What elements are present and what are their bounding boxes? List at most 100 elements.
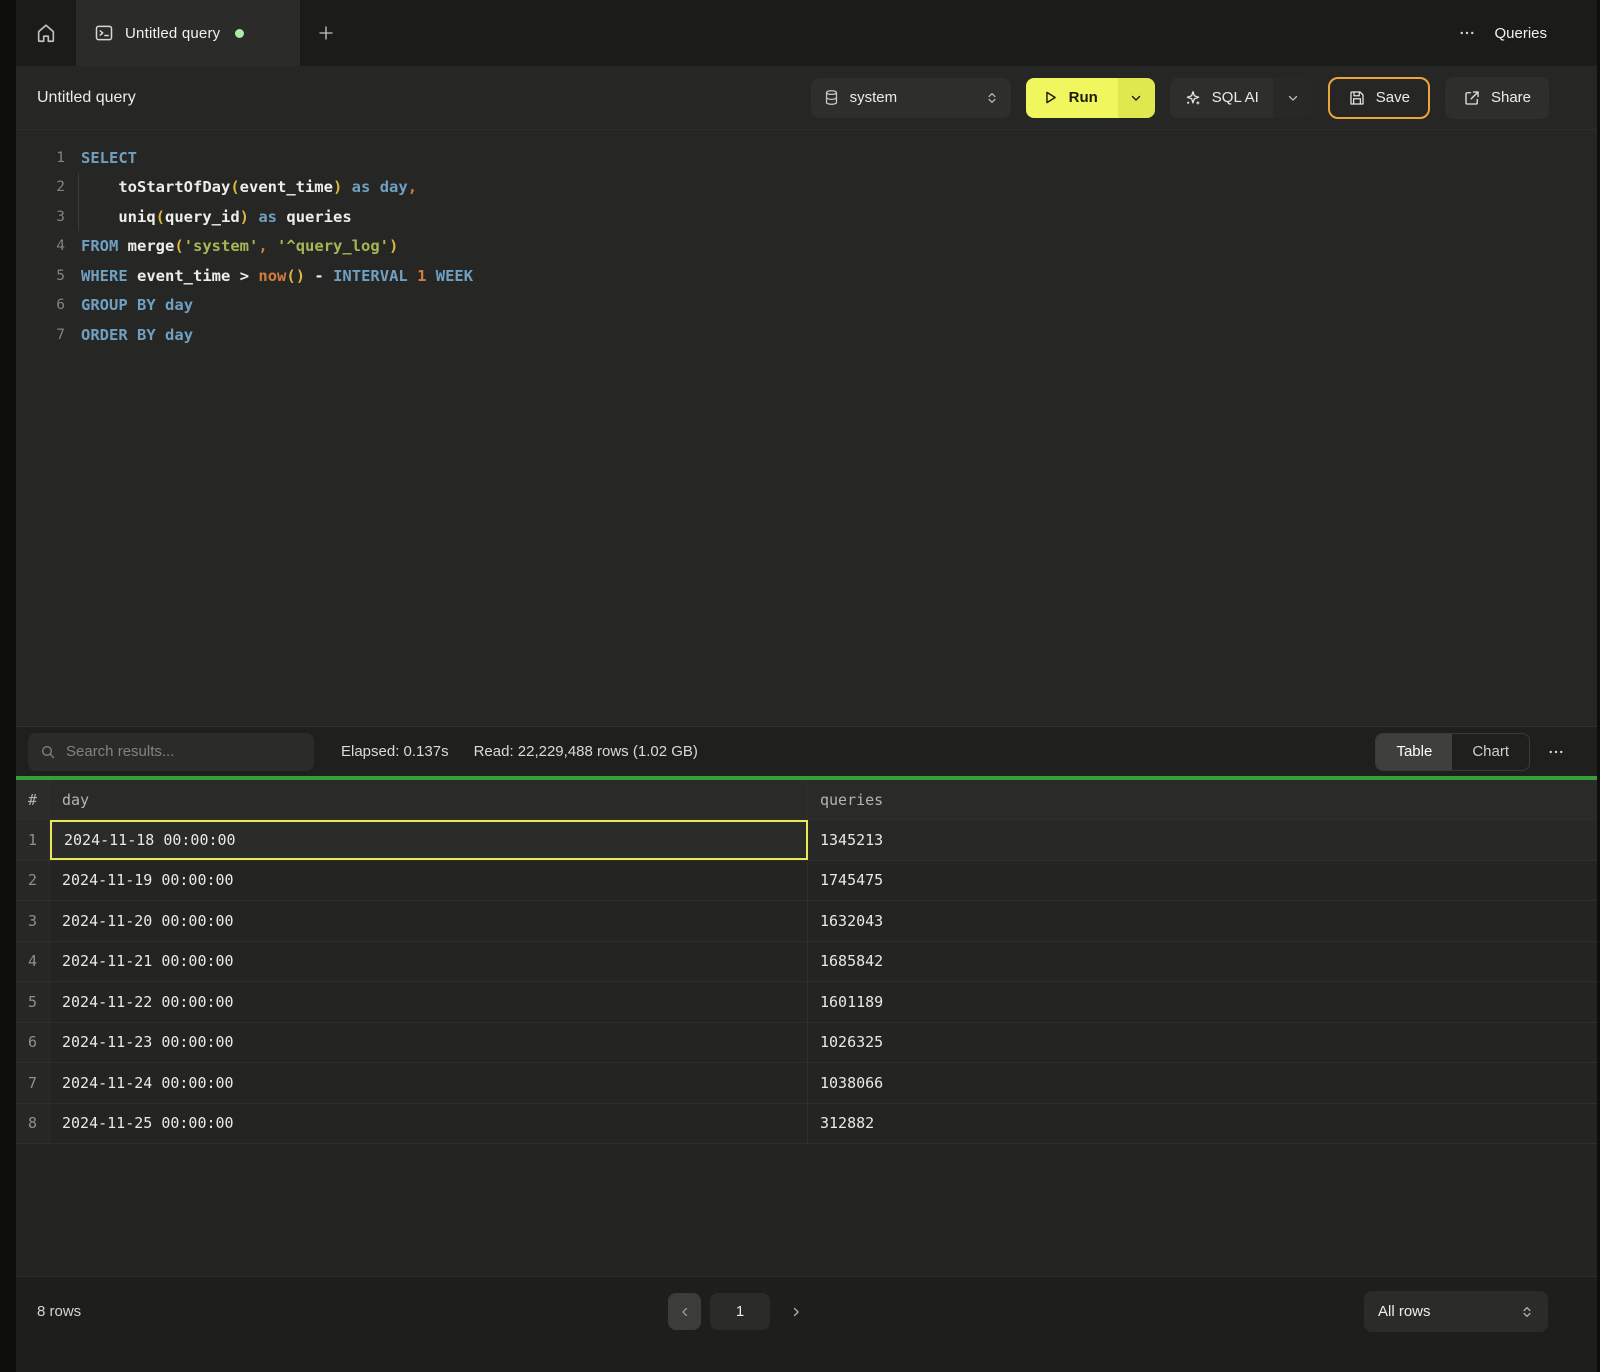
save-label: Save: [1376, 89, 1410, 106]
next-page-button[interactable]: [779, 1293, 812, 1330]
save-icon: [1348, 89, 1366, 107]
queries-cell[interactable]: 1026325: [808, 1023, 1597, 1063]
sql-ai-button[interactable]: SQL AI: [1170, 78, 1273, 118]
play-icon: [1042, 89, 1059, 106]
tab-chart-view[interactable]: Chart: [1452, 734, 1529, 770]
day-cell[interactable]: 2024-11-19 00:00:00: [50, 861, 808, 901]
code-line[interactable]: 1SELECT: [16, 143, 1597, 173]
code-text: uniq(query_id) as queries: [65, 208, 352, 226]
column-header-day[interactable]: day: [50, 780, 808, 819]
row-index-cell[interactable]: 7: [16, 1063, 50, 1103]
results-more-button[interactable]: [1547, 743, 1565, 761]
row-index-cell[interactable]: 1: [16, 820, 50, 860]
run-options-button[interactable]: [1118, 78, 1155, 118]
current-page-button[interactable]: 1: [710, 1293, 770, 1330]
page-size-selector[interactable]: All rows: [1364, 1291, 1548, 1332]
day-cell[interactable]: 2024-11-23 00:00:00: [50, 1023, 808, 1063]
line-number: 3: [16, 209, 65, 225]
save-button[interactable]: Save: [1328, 77, 1430, 119]
run-button[interactable]: Run: [1026, 78, 1118, 118]
sql-ai-options-button[interactable]: [1273, 78, 1313, 118]
table-row: 22024-11-19 00:00:001745475: [16, 861, 1597, 902]
chevron-down-icon: [1129, 91, 1143, 105]
day-cell[interactable]: 2024-11-21 00:00:00: [50, 942, 808, 982]
plus-icon: [317, 24, 335, 42]
row-index-cell[interactable]: 3: [16, 901, 50, 941]
code-text: FROM merge('system', '^query_log'): [65, 237, 398, 255]
row-index-cell[interactable]: 2: [16, 861, 50, 901]
code-line[interactable]: 2 toStartOfDay(event_time) as day,: [16, 173, 1597, 203]
queries-cell[interactable]: 1745475: [808, 861, 1597, 901]
code-text: toStartOfDay(event_time) as day,: [65, 178, 417, 196]
database-icon: [823, 89, 840, 106]
line-number: 2: [16, 179, 65, 195]
day-cell[interactable]: 2024-11-18 00:00:00: [50, 820, 808, 860]
sparkles-icon: [1184, 89, 1202, 107]
results-toolbar: Elapsed: 0.137s Read: 22,229,488 rows (1…: [16, 726, 1597, 776]
code-line[interactable]: 3 uniq(query_id) as queries: [16, 202, 1597, 232]
elapsed-stat: Elapsed: 0.137s: [341, 743, 449, 760]
line-number: 6: [16, 297, 65, 313]
code-line[interactable]: 5WHERE event_time > now() - INTERVAL 1 W…: [16, 261, 1597, 291]
search-results-box[interactable]: [28, 733, 314, 771]
table-row: 62024-11-23 00:00:001026325: [16, 1023, 1597, 1064]
results-footer: 8 rows 1 All rows: [16, 1276, 1597, 1372]
table-row: 52024-11-22 00:00:001601189: [16, 982, 1597, 1023]
search-icon: [40, 744, 56, 760]
unsaved-changes-dot: [235, 29, 244, 38]
row-index-cell[interactable]: 6: [16, 1023, 50, 1063]
query-header: Untitled query system Run: [16, 66, 1597, 130]
row-index-cell[interactable]: 8: [16, 1104, 50, 1144]
read-stat: Read: 22,229,488 rows (1.02 GB): [474, 743, 698, 760]
day-cell[interactable]: 2024-11-24 00:00:00: [50, 1063, 808, 1103]
home-button[interactable]: [16, 0, 76, 66]
tab-table-view[interactable]: Table: [1376, 734, 1452, 770]
prev-page-button[interactable]: [668, 1293, 701, 1330]
topbar-more-button[interactable]: [1458, 24, 1476, 42]
database-selected-value: system: [850, 89, 975, 106]
queries-cell[interactable]: 312882: [808, 1104, 1597, 1144]
search-results-input[interactable]: [66, 743, 302, 760]
top-bar: Untitled query Queries: [16, 0, 1597, 66]
database-selector[interactable]: system: [811, 78, 1011, 118]
share-icon: [1463, 89, 1481, 107]
code-line[interactable]: 6GROUP BY day: [16, 291, 1597, 321]
queries-cell[interactable]: 1601189: [808, 982, 1597, 1022]
chevron-right-icon: [789, 1305, 803, 1319]
tab-label: Untitled query: [125, 25, 220, 42]
column-header-queries[interactable]: queries: [808, 780, 1597, 819]
code-line[interactable]: 4FROM merge('system', '^query_log'): [16, 232, 1597, 262]
view-switcher: Table Chart: [1375, 733, 1530, 771]
tab-untitled-query[interactable]: Untitled query: [76, 0, 300, 66]
chevron-left-icon: [678, 1305, 692, 1319]
row-index-cell[interactable]: 4: [16, 942, 50, 982]
day-cell[interactable]: 2024-11-22 00:00:00: [50, 982, 808, 1022]
code-text: ORDER BY day: [65, 326, 193, 344]
day-cell[interactable]: 2024-11-25 00:00:00: [50, 1104, 808, 1144]
indent-guide: [78, 173, 79, 231]
new-tab-button[interactable]: [300, 0, 352, 66]
row-count: 8 rows: [37, 1303, 81, 1320]
line-number: 7: [16, 327, 65, 343]
sql-ai-button-group: SQL AI: [1170, 78, 1313, 118]
queries-cell[interactable]: 1632043: [808, 901, 1597, 941]
queries-cell[interactable]: 1685842: [808, 942, 1597, 982]
queries-menu-button[interactable]: Queries: [1494, 25, 1547, 42]
terminal-icon: [94, 23, 114, 43]
queries-cell[interactable]: 1345213: [808, 820, 1597, 860]
code-line[interactable]: 7ORDER BY day: [16, 320, 1597, 350]
share-button[interactable]: Share: [1445, 77, 1549, 119]
queries-cell[interactable]: 1038066: [808, 1063, 1597, 1103]
code-text: GROUP BY day: [65, 296, 193, 314]
sql-ai-label: SQL AI: [1212, 89, 1259, 106]
query-title: Untitled query: [37, 89, 136, 107]
table-row: 82024-11-25 00:00:00312882: [16, 1104, 1597, 1145]
run-label: Run: [1069, 89, 1098, 106]
code-text: SELECT: [65, 149, 137, 167]
sql-editor[interactable]: 1SELECT2 toStartOfDay(event_time) as day…: [16, 130, 1597, 726]
column-header-index[interactable]: #: [16, 780, 50, 819]
day-cell[interactable]: 2024-11-20 00:00:00: [50, 901, 808, 941]
chevrons-updown-icon: [1520, 1304, 1534, 1320]
chevron-down-icon: [1286, 91, 1300, 105]
row-index-cell[interactable]: 5: [16, 982, 50, 1022]
